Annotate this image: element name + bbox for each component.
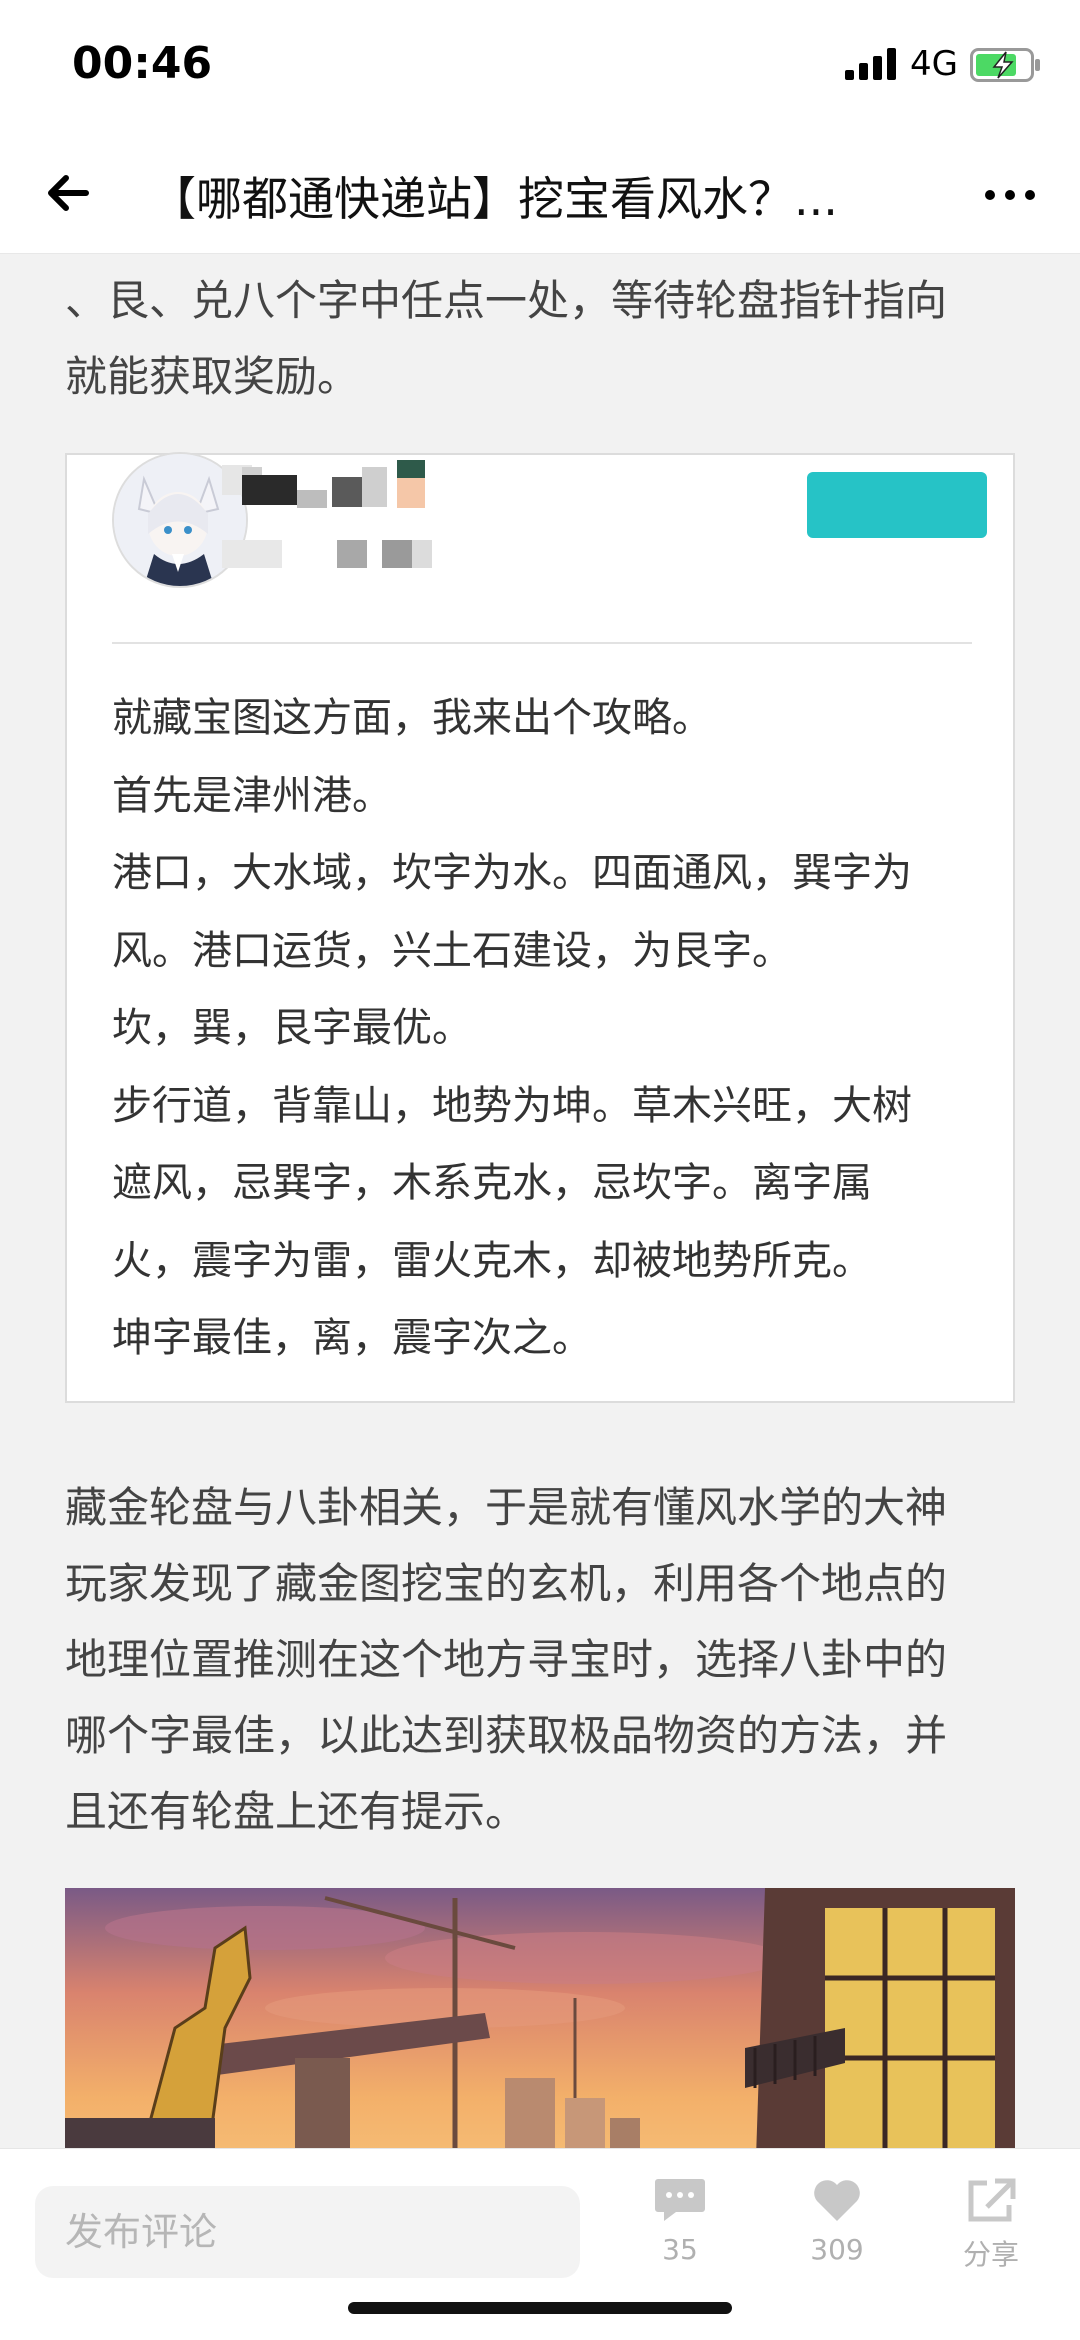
share-button[interactable]: 分享 <box>936 2177 1046 2273</box>
blurred-username <box>242 475 297 505</box>
nav-bar: 【哪都通快递站】挖宝看风水？... <box>0 135 1080 254</box>
intro-line: 、艮、兑八个字中任点一处，等待轮盘指针指向 <box>65 276 948 325</box>
quote-line: 就藏宝图这方面，我来出个攻略。 <box>112 695 712 741</box>
body-line: 藏金轮盘与八卦相关，于是就有懂风水学的大神 <box>65 1483 948 1532</box>
status-bar: 00:46 4G <box>0 0 1080 135</box>
back-arrow-icon[interactable] <box>40 163 100 223</box>
battery-icon <box>970 48 1040 82</box>
quote-line: 坤字最佳，离，震字次之。 <box>112 1315 592 1361</box>
comment-input[interactable] <box>35 2186 580 2278</box>
blurred-meta <box>382 540 412 568</box>
quote-line: 坎，巽，艮字最优。 <box>112 1005 472 1051</box>
body-line: 哪个字最佳，以此达到获取极品物资的方法，并 <box>65 1711 948 1760</box>
quote-line: 步行道，背靠山，地势为坤。草木兴旺，大树 <box>112 1082 912 1129</box>
signal-icon <box>845 48 896 80</box>
more-options-icon[interactable] <box>980 185 1040 205</box>
quote-line: 遮风，忌巽字，木系克水，忌坎字。离字属 <box>112 1160 872 1206</box>
quoted-post-text: 就藏宝图这方面，我来出个攻略。 首先是津州港。 港口，大水域，坎字为水。四面通风… <box>112 680 982 1378</box>
quote-line: 火，震字为雷，雷火克木，却被地势所克。 <box>112 1237 872 1284</box>
share-icon <box>968 2178 1016 2222</box>
comment-count: 35 <box>662 2233 698 2266</box>
follow-button[interactable] <box>807 472 987 538</box>
intro-paragraph: 、艮、兑八个字中任点一处，等待轮盘指针指向 就能获取奖励。 <box>65 263 1010 415</box>
like-button[interactable]: 309 <box>782 2177 892 2266</box>
like-count: 309 <box>810 2233 864 2266</box>
share-label: 分享 <box>962 2238 1019 2271</box>
home-indicator <box>348 2302 732 2314</box>
blurred-username <box>397 460 425 478</box>
divider <box>112 642 972 644</box>
blurred-meta <box>222 540 282 568</box>
blurred-meta <box>337 540 367 568</box>
status-time: 00:46 <box>72 38 213 89</box>
quoted-post-card: 就藏宝图这方面，我来出个攻略。 首先是津州港。 港口，大水域，坎字为水。四面通风… <box>65 452 1015 1403</box>
comment-icon <box>655 2179 705 2221</box>
quote-line: 风。港口运货，兴土石建设，为艮字。 <box>112 927 792 974</box>
illustration-image <box>65 1888 1015 2148</box>
quote-line: 港口，大水域，坎字为水。四面通风，巽字为 <box>112 850 912 896</box>
blurred-username <box>362 467 387 507</box>
article-illustration <box>65 1888 1015 2148</box>
blurred-username <box>332 477 362 507</box>
blurred-meta <box>412 540 432 568</box>
body-paragraph: 藏金轮盘与八卦相关，于是就有懂风水学的大神 玩家发现了藏金图挖宝的玄机，利用各个… <box>65 1470 1010 1850</box>
network-type: 4G <box>910 44 958 84</box>
heart-icon <box>814 2180 860 2221</box>
page-title: 【哪都通快递站】挖宝看风水？... <box>150 172 838 226</box>
quote-line: 首先是津州港。 <box>112 772 392 819</box>
body-line: 且还有轮盘上还有提示。 <box>65 1787 528 1836</box>
intro-line: 就能获取奖励。 <box>65 352 360 401</box>
comment-button[interactable]: 35 <box>625 2177 735 2266</box>
body-line: 玩家发现了藏金图挖宝的玄机，利用各个地点的 <box>65 1559 948 1608</box>
blurred-username <box>297 490 327 508</box>
blurred-username <box>397 478 425 508</box>
body-line: 地理位置推测在这个地方寻宝时，选择八卦中的 <box>65 1635 948 1684</box>
article-content: 、艮、兑八个字中任点一处，等待轮盘指针指向 就能获取奖励。 就藏宝图这方面，我来… <box>0 253 1080 2148</box>
